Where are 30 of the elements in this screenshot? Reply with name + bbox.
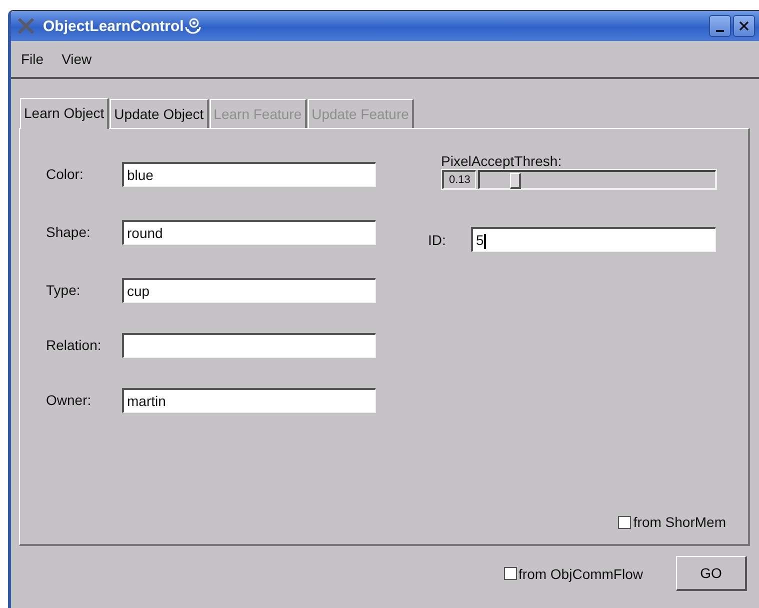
field-label: ID: bbox=[428, 232, 447, 248]
menu-item[interactable]: File bbox=[21, 51, 44, 67]
swirl-icon bbox=[184, 17, 202, 35]
minimize-icon bbox=[716, 30, 724, 32]
field-label: Type: bbox=[45, 282, 82, 298]
tab[interactable]: Learn Object bbox=[20, 98, 110, 129]
input-field[interactable]: 5 bbox=[471, 227, 716, 252]
input-field[interactable] bbox=[122, 332, 376, 358]
input-field[interactable]: martin bbox=[122, 388, 376, 412]
window-title: ObjectLearnControl bbox=[43, 18, 184, 34]
input-field[interactable]: round bbox=[122, 220, 376, 244]
checkbox[interactable]: from ShorMem bbox=[618, 514, 726, 530]
field-label: Color: bbox=[45, 166, 84, 182]
field-label: Shape: bbox=[45, 224, 92, 240]
input-field[interactable]: blue bbox=[122, 162, 376, 186]
minimize-button[interactable] bbox=[709, 15, 731, 37]
menu-item[interactable]: View bbox=[62, 51, 92, 67]
field-label: Relation: bbox=[45, 337, 102, 353]
tab[interactable]: Update Object bbox=[110, 99, 209, 128]
slider-value: 0.13 bbox=[442, 170, 476, 189]
close-icon bbox=[739, 21, 749, 31]
field-label: Owner: bbox=[45, 392, 92, 408]
slider-track[interactable] bbox=[478, 170, 716, 189]
x-logo-icon bbox=[17, 17, 35, 35]
slider-label: PixelAcceptThresh: bbox=[441, 153, 563, 169]
go-button[interactable]: GO bbox=[676, 556, 747, 591]
input-field[interactable]: cup bbox=[122, 278, 376, 302]
slider-thumb[interactable] bbox=[510, 173, 521, 189]
checkbox[interactable]: from ObjCommFlow bbox=[504, 566, 643, 582]
close-button[interactable] bbox=[733, 15, 755, 37]
